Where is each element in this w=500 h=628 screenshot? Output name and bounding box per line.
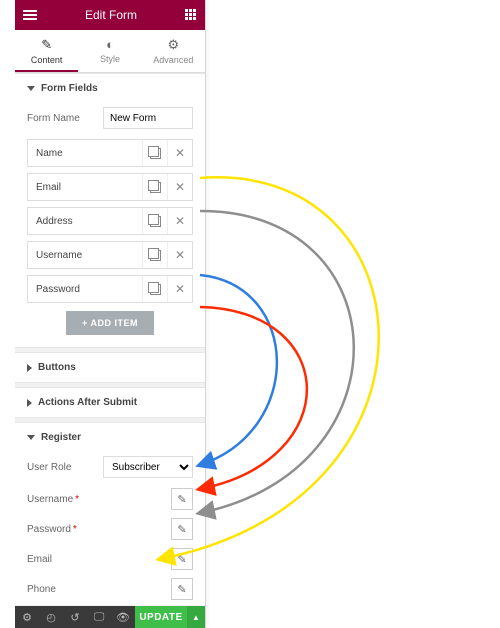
panel-body: Form Fields Form Name Name✕ Email✕ Addre…	[15, 73, 205, 605]
contrast-icon: ◐	[78, 37, 141, 52]
chevron-right-icon	[27, 364, 32, 372]
chevron-right-icon	[27, 399, 32, 407]
duplicate-icon[interactable]	[142, 174, 167, 200]
widgets-icon[interactable]	[185, 9, 197, 21]
section-header-actions[interactable]: Actions After Submit	[15, 388, 205, 417]
responsive-icon[interactable]: 🖵	[87, 611, 111, 624]
form-name-row: Form Name	[27, 107, 193, 129]
field-item[interactable]: Username✕	[27, 241, 193, 269]
close-icon[interactable]: ✕	[167, 276, 192, 302]
history-icon[interactable]: ↺	[63, 611, 87, 624]
section-header-buttons[interactable]: Buttons	[15, 353, 205, 382]
register-row-username: Username*✎	[27, 488, 193, 510]
form-name-input[interactable]	[103, 107, 193, 129]
register-row-phone: Phone✎	[27, 578, 193, 600]
pencil-icon[interactable]: ✎	[171, 578, 193, 600]
register-row-email: Email✎	[27, 548, 193, 570]
field-item[interactable]: Name✕	[27, 139, 193, 167]
close-icon[interactable]: ✕	[167, 140, 192, 166]
close-icon[interactable]: ✕	[167, 208, 192, 234]
tab-advanced[interactable]: ⚙Advanced	[142, 30, 205, 72]
tab-style[interactable]: ◐Style	[78, 30, 141, 72]
section-header-register[interactable]: Register	[15, 423, 205, 452]
gear-icon: ⚙	[142, 37, 205, 53]
field-item[interactable]: Address✕	[27, 207, 193, 235]
close-icon[interactable]: ✕	[167, 174, 192, 200]
pencil-icon[interactable]: ✎	[171, 518, 193, 540]
panel-header: Edit Form	[15, 0, 205, 30]
duplicate-icon[interactable]	[142, 140, 167, 166]
panel-footer: ⚙ ◴ ↺ 🖵 👁 UPDATE ▲	[15, 606, 205, 628]
revisions-icon[interactable]: ◴	[39, 611, 63, 624]
user-role-select[interactable]: Subscriber	[103, 456, 193, 478]
section-header-form-fields[interactable]: Form Fields	[15, 74, 205, 103]
menu-icon[interactable]	[23, 10, 37, 20]
section-form-fields: Form Fields Form Name Name✕ Email✕ Addre…	[15, 73, 205, 348]
section-buttons: Buttons	[15, 352, 205, 383]
section-register: Register User Role Subscriber Username*✎…	[15, 422, 205, 605]
settings-icon[interactable]: ⚙	[15, 611, 39, 624]
user-role-row: User Role Subscriber	[27, 456, 193, 478]
register-row-password: Password*✎	[27, 518, 193, 540]
pencil-icon[interactable]: ✎	[171, 488, 193, 510]
duplicate-icon[interactable]	[142, 276, 167, 302]
update-button[interactable]: UPDATE	[135, 606, 187, 628]
section-actions: Actions After Submit	[15, 387, 205, 418]
pencil-icon: ✎	[15, 37, 78, 53]
chevron-down-icon	[27, 86, 35, 91]
tab-content[interactable]: ✎Content	[15, 30, 78, 72]
duplicate-icon[interactable]	[142, 242, 167, 268]
chevron-down-icon	[27, 435, 35, 440]
editor-panel: Edit Form ✎Content ◐Style ⚙Advanced Form…	[15, 0, 206, 628]
tabs: ✎Content ◐Style ⚙Advanced	[15, 30, 205, 73]
form-name-label: Form Name	[27, 113, 80, 124]
field-item[interactable]: Email✕	[27, 173, 193, 201]
update-caret[interactable]: ▲	[187, 606, 205, 628]
duplicate-icon[interactable]	[142, 208, 167, 234]
close-icon[interactable]: ✕	[167, 242, 192, 268]
user-role-label: User Role	[27, 462, 71, 473]
add-field-button[interactable]: ADD ITEM	[66, 311, 154, 335]
pencil-icon[interactable]: ✎	[171, 548, 193, 570]
field-item[interactable]: Password✕	[27, 275, 193, 303]
preview-icon[interactable]: 👁	[111, 611, 135, 624]
panel-title: Edit Form	[85, 8, 137, 22]
